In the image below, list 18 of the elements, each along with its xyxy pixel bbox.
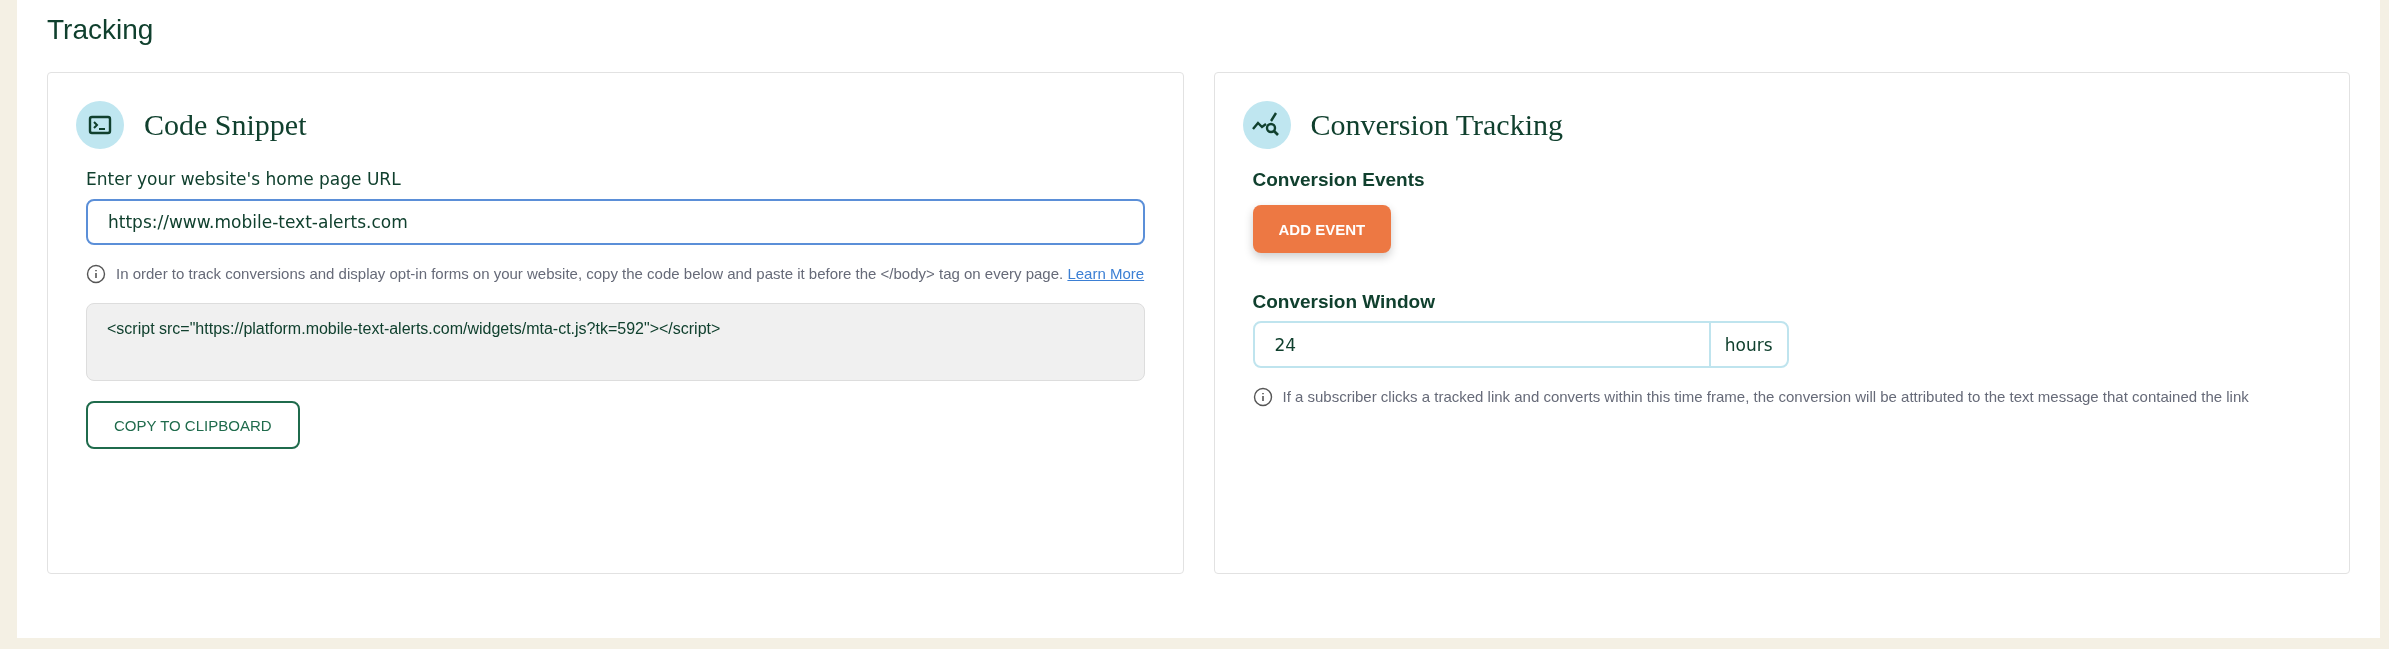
field-label: Enter your website's home page URL [86, 169, 401, 189]
card-title: Code Snippet [144, 108, 307, 142]
info-icon [1252, 387, 1273, 407]
learn-more-link[interactable]: Learn More [1067, 265, 1145, 282]
terminal-icon [76, 101, 124, 149]
info-text: If a subscriber clicks a tracked link and converts within this time frame, the conversion will be attributed to the text message that contained the link [1282, 387, 2249, 407]
url-input[interactable]: https://www.mobile-text-alerts.com [86, 199, 1145, 245]
section-label: Conversion Events [1252, 169, 1425, 191]
hours-input[interactable]: 24 hours [1252, 321, 1789, 368]
info-text: In order to track conversions and display opt-in forms on your website, copy the code below and paste it before the </body> tag on every page. Learn More [116, 264, 1145, 284]
page-title: Tracking [47, 13, 155, 47]
chart-search-icon [1242, 101, 1291, 149]
code-text: <script src="https://platform.mobile-text-alerts.com/widgets/mta-ct.js?tk=592"></script> [107, 320, 721, 337]
info-icon [86, 264, 106, 284]
copy-button[interactable]: COPY TO CLIPBOARD [86, 401, 300, 449]
unit-label: hours [1723, 333, 1774, 357]
card-title: Conversion Tracking [1310, 108, 1563, 142]
section-label: Conversion Window [1252, 291, 1435, 313]
